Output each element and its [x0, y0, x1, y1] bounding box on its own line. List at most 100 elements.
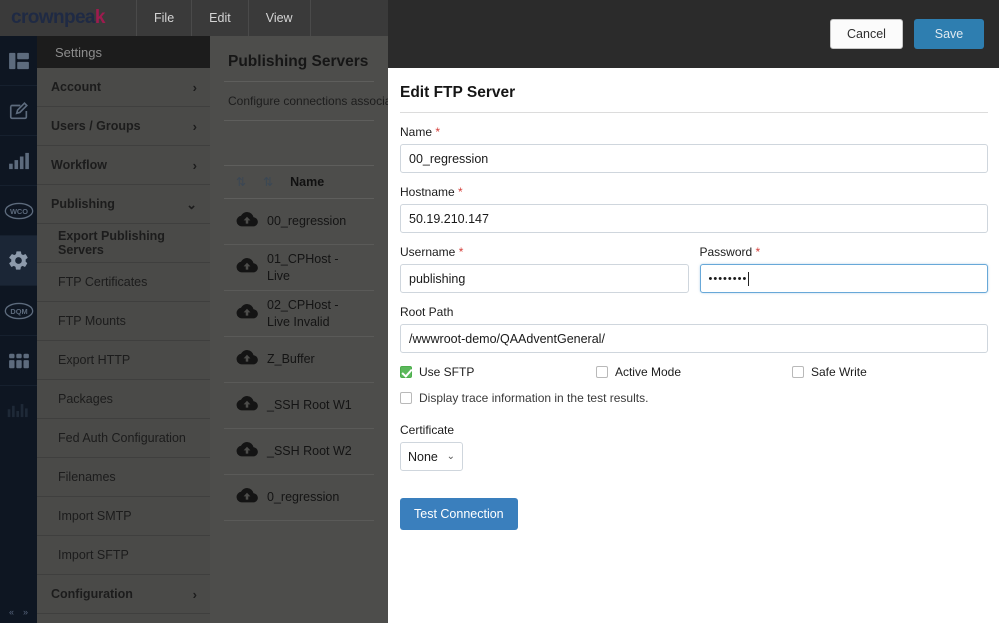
rootpath-input[interactable]: /wwwroot-demo/QAAdventGeneral/ — [400, 324, 988, 353]
server-list-item-name: 0_regression — [267, 490, 340, 505]
sidebar-item-export-http[interactable]: Export HTTP — [37, 341, 210, 380]
edit-content-icon[interactable] — [0, 86, 37, 136]
svg-text:DQM: DQM — [10, 307, 27, 316]
required-marker: * — [458, 245, 464, 259]
column-header-name[interactable]: Name — [290, 175, 324, 189]
settings-sidebar-title: Settings — [37, 36, 210, 68]
password-input[interactable]: •••••••• — [699, 264, 988, 293]
sidebar-item-label: Export Publishing Servers — [58, 229, 165, 257]
checkbox-use-sftp-box[interactable] — [400, 366, 412, 378]
editor-toolbar: Cancel Save — [388, 0, 999, 68]
collapse-right-icon[interactable]: » — [23, 607, 28, 617]
sidebar-item-filenames[interactable]: Filenames — [37, 458, 210, 497]
username-input[interactable]: publishing — [400, 264, 689, 293]
trace-checkbox-box[interactable] — [400, 392, 412, 404]
sidebar-item-export-publishing-servers[interactable]: Export Publishing Servers — [37, 224, 210, 263]
cancel-button[interactable]: Cancel — [830, 19, 903, 49]
sidebar-item-users-groups[interactable]: Users / Groups › — [37, 107, 210, 146]
chevron-right-icon: › — [192, 118, 197, 134]
name-input[interactable]: 00_regression — [400, 144, 988, 173]
cloud-upload-icon — [236, 211, 258, 232]
rootpath-field-label: Root Path — [400, 305, 454, 319]
certificate-select-value: None — [408, 449, 438, 464]
checkbox-active-mode[interactable]: Active Mode — [595, 365, 792, 379]
test-connection-button[interactable]: Test Connection — [400, 498, 518, 530]
sidebar-item-ftp-mounts[interactable]: FTP Mounts — [37, 302, 210, 341]
cloud-upload-icon — [236, 257, 258, 278]
menu-view[interactable]: View — [249, 0, 311, 36]
password-field-label: Password * — [700, 245, 989, 259]
sidebar-item-configuration[interactable]: Configuration › — [37, 575, 210, 614]
checkbox-safe-write-label: Safe Write — [810, 365, 867, 379]
dqm-icon[interactable]: DQM — [0, 286, 37, 336]
server-list-item[interactable]: 01_CPHost - Live — [224, 245, 374, 291]
chevron-right-icon: › — [192, 79, 197, 95]
checkbox-safe-write[interactable]: Safe Write — [791, 365, 988, 379]
sidebar-item-label: Import SMTP — [58, 509, 132, 523]
server-list-item[interactable]: _SSH Root W2 — [224, 429, 374, 475]
server-list-item[interactable]: _SSH Root W1 — [224, 383, 374, 429]
server-list-item-name: 01_CPHost - Live — [267, 251, 339, 283]
sidebar-item-label: Fed Auth Configuration — [58, 431, 186, 445]
server-list-item[interactable]: 02_CPHost - Live Invalid — [224, 291, 374, 337]
sidebar-item-label: FTP Mounts — [58, 314, 126, 328]
hostname-input[interactable]: 50.19.210.147 — [400, 204, 988, 233]
name-field-label: Name * — [400, 125, 988, 139]
publishing-servers-title: Publishing Servers — [228, 53, 369, 70]
sort-toggle-icon-b[interactable]: ⇅ — [263, 175, 273, 189]
sidebar-item-workflow[interactable]: Workflow › — [37, 146, 210, 185]
server-list-item[interactable]: 0_regression — [224, 475, 374, 521]
logo-text: crownpeak — [11, 7, 105, 29]
username-input-value: publishing — [409, 271, 466, 286]
sidebar-item-tools[interactable]: Tools› — [37, 614, 210, 623]
checkbox-safe-write-box[interactable] — [791, 366, 804, 378]
required-marker: * — [755, 245, 761, 259]
username-label-text: Username — [400, 245, 456, 259]
rail-collapse-controls: « » — [0, 601, 37, 623]
username-field-label: Username * — [400, 245, 689, 259]
required-marker: * — [435, 125, 441, 139]
checkbox-active-mode-box[interactable] — [595, 366, 608, 378]
menu-file[interactable]: File — [137, 0, 193, 36]
server-list-item[interactable]: 00_regression — [224, 199, 374, 245]
settings-gear-icon[interactable] — [0, 236, 37, 286]
sidebar-item-fed-auth-configuration[interactable]: Fed Auth Configuration — [37, 419, 210, 458]
hostname-input-value: 50.19.210.147 — [409, 211, 489, 226]
checkbox-use-sftp[interactable]: Use SFTP — [400, 365, 596, 379]
chevron-down-icon: ⌄ — [446, 451, 455, 462]
dashboard-icon[interactable] — [0, 36, 37, 86]
name-input-value: 00_regression — [409, 151, 489, 166]
certificate-label: Certificate — [400, 423, 455, 437]
market-grid-icon[interactable] — [0, 336, 37, 386]
sort-toggle-icon-a[interactable]: ⇅ — [236, 175, 246, 189]
sidebar-item-import-sftp[interactable]: Import SFTP — [37, 536, 210, 575]
server-list-item-name: _SSH Root W1 — [267, 398, 352, 413]
sidebar-item-account[interactable]: Account › — [37, 68, 210, 107]
crownpeak-mark-icon[interactable] — [0, 386, 37, 436]
cloud-upload-icon — [236, 303, 258, 324]
rail-spacer — [0, 436, 37, 601]
trace-checkbox[interactable]: Display trace information in the test re… — [400, 391, 988, 405]
server-list-item[interactable]: Z_Buffer — [224, 337, 374, 383]
text-caret — [748, 271, 750, 286]
sidebar-item-publishing[interactable]: Publishing ⌄ — [37, 185, 210, 224]
certificate-select[interactable]: None ⌄ — [400, 442, 463, 471]
cloud-upload-icon — [236, 349, 258, 370]
rootpath-input-value: /wwwroot-demo/QAAdventGeneral/ — [409, 331, 605, 346]
sidebar-item-packages[interactable]: Packages — [37, 380, 210, 419]
server-list-item-name: _SSH Root W2 — [267, 444, 352, 459]
sidebar-item-ftp-certificates[interactable]: FTP Certificates — [37, 263, 210, 302]
wco-icon[interactable]: WCO — [0, 186, 37, 236]
brand-logo[interactable]: crownpeak — [0, 0, 137, 36]
password-label-text: Password — [699, 245, 753, 259]
hostname-field-label: Hostname * — [400, 185, 988, 199]
settings-sidebar: Settings Account › Users / Groups › Workflow… — [37, 36, 210, 623]
save-button[interactable]: Save — [914, 19, 984, 49]
publishing-servers-description: Configure connections associated — [228, 94, 388, 108]
sidebar-item-import-smtp[interactable]: Import SMTP — [37, 497, 210, 536]
analytics-bars-icon[interactable] — [0, 136, 37, 186]
cloud-upload-icon — [236, 395, 258, 416]
options-checkbox-row: Use SFTP Active Mode Safe Write — [400, 365, 988, 379]
menu-edit[interactable]: Edit — [192, 0, 249, 36]
collapse-left-icon[interactable]: « — [9, 607, 14, 617]
